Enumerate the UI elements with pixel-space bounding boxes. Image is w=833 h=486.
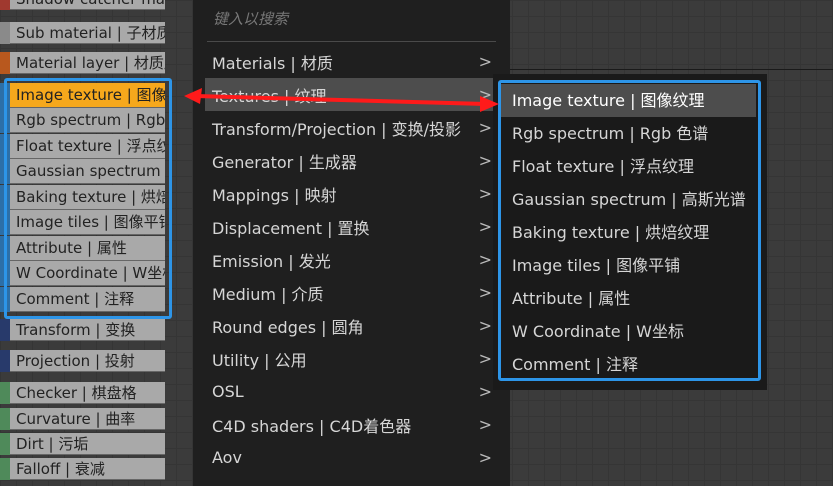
arrow-line <box>195 94 487 106</box>
arrow-head-right-icon <box>480 96 499 112</box>
arrow-head-left-icon <box>184 88 202 104</box>
double-arrow-annotation <box>184 88 499 112</box>
